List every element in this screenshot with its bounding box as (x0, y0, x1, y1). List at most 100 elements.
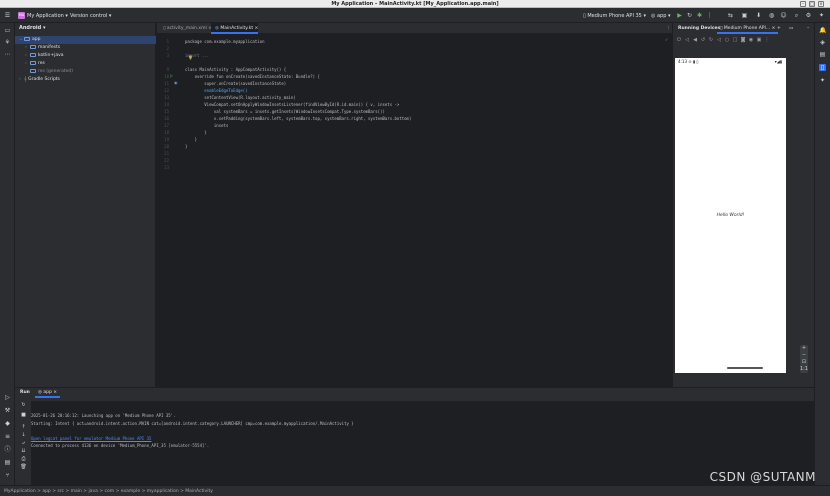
gemini-icon[interactable]: ✦ (819, 77, 826, 84)
running-devices-panel: Running Devices ▯ Medium Phone API... × … (672, 23, 814, 387)
overview-icon[interactable]: □ (732, 37, 738, 43)
tree-item-res[interactable]: › res (15, 60, 156, 68)
debug-icon[interactable]: ↻ (686, 12, 693, 19)
breadcrumb[interactable]: MyApplication > app > src > main > java … (4, 486, 213, 496)
main-menu-icon[interactable]: ☰ (4, 12, 11, 19)
rerun-icon[interactable]: ↻ (20, 402, 27, 409)
device-manager-icon[interactable]: ▣ (741, 12, 748, 19)
zoom-in-icon[interactable]: + (800, 345, 808, 352)
account-icon[interactable]: ☺ (780, 12, 787, 19)
editor-more-icon[interactable]: ⋮ (662, 23, 671, 34)
project-selector[interactable]: MA My Application ▾ (18, 12, 68, 20)
inspection-check-icon[interactable]: ✓ (665, 37, 668, 42)
running-devices-icon[interactable]: ▯ (819, 64, 826, 71)
screenshot-icon[interactable]: ◙ (740, 37, 746, 43)
code-line: } (185, 144, 188, 149)
search-icon[interactable]: ⌕ (793, 12, 800, 19)
record-icon[interactable]: ◉ (748, 37, 754, 43)
rotate-left-icon[interactable]: ↺ (700, 37, 706, 43)
run-console[interactable]: 2025-01-26 20:16:12: Launching app on 'M… (31, 401, 814, 486)
tab-mainactivity-kt[interactable]: ◍ MainActivity.kt × (211, 23, 259, 34)
left-tool-strip: ▭ ⚘ ⋯ ▷ ⚒ ◆ ≡ ⓘ ▤ ⑂ (0, 23, 15, 485)
watermark: CSDN @SUTANM (709, 470, 816, 484)
tree-item-manifests[interactable]: › manifests (15, 44, 156, 52)
settings-gear-icon[interactable]: ⚙ (805, 12, 812, 19)
line-number: 11 (164, 81, 169, 86)
version-control-icon[interactable]: ⑂ (4, 472, 11, 479)
terminal-icon[interactable]: ▤ (4, 459, 11, 466)
code-line-import[interactable]: import ... (185, 52, 209, 59)
zoom-fit-icon[interactable]: ⊡ (800, 359, 808, 366)
volume-up-icon[interactable]: ◁ (684, 37, 690, 43)
right-tool-strip: 🔔 ◈ ▤ ▯ ✦ (814, 23, 830, 485)
scroll-down-icon[interactable]: ↓ (20, 432, 27, 439)
stop-icon[interactable]: ■ (20, 412, 27, 419)
status-bar: MyApplication > app > src > main > java … (0, 485, 830, 496)
add-device-icon[interactable]: + (774, 23, 784, 34)
minimize-panel-icon[interactable]: – (804, 23, 812, 34)
profiler-icon[interactable]: ◍ (768, 12, 775, 19)
line-number: 9 (166, 67, 169, 72)
more-run-icon[interactable]: ⋮ (706, 12, 713, 19)
soft-wrap-icon[interactable]: ⤶ (20, 440, 27, 447)
zoom-out-icon[interactable]: − (800, 352, 808, 359)
zoom-actual-icon[interactable]: 1:1 (800, 366, 808, 373)
line-number: 17 (164, 123, 169, 128)
logcat-icon[interactable]: ≡ (4, 433, 11, 440)
run-icon[interactable]: ▶ (676, 12, 683, 19)
volume-down-icon[interactable]: ◀ (692, 37, 698, 43)
power-icon[interactable]: ⏻ (676, 37, 682, 43)
extended-controls-icon[interactable]: ⋮ (764, 37, 770, 43)
minimize-button[interactable]: – (800, 1, 806, 7)
snapshot-icon[interactable]: ▣ (756, 37, 762, 43)
device-file-explorer-icon[interactable]: ▤ (819, 51, 826, 58)
back-icon[interactable]: ◁ (716, 37, 722, 43)
run-config-selector[interactable]: ◎ app ▾ (651, 12, 670, 20)
vcs-label: Version control (70, 13, 108, 19)
line-number: 15 (164, 109, 169, 114)
run-tab-app[interactable]: ◎ app × (35, 388, 61, 398)
print-icon[interactable]: ⎙ (20, 456, 27, 463)
tree-item-kotlin-java[interactable]: › kotlin+java (15, 52, 156, 60)
build-tool-icon[interactable]: ⚒ (4, 407, 11, 414)
maximize-button[interactable]: □ (809, 1, 815, 7)
run-config-label: app (656, 13, 667, 19)
editor-tabs: ▯ activity_main.xml × ◍ MainActivity.kt … (157, 23, 672, 34)
resource-manager-icon[interactable]: ⚘ (4, 39, 11, 46)
home-icon[interactable]: ○ (724, 37, 730, 43)
open-logcat-link[interactable]: Open logcat panel for emulator Medium Ph… (31, 435, 151, 442)
rotate-right-icon[interactable]: ↻ (708, 37, 714, 43)
device-options-icon[interactable]: ▭ (786, 23, 796, 34)
tab-activity-main-xml[interactable]: ▯ activity_main.xml × (159, 23, 212, 34)
code-editor[interactable]: ▯ activity_main.xml × ◍ MainActivity.kt … (157, 23, 672, 387)
emulator-screen[interactable]: 4:13 ⊙ ▮ ▯ ▾◢▮ Hello World! (675, 58, 786, 373)
gradle-tool-icon[interactable]: ◈ (819, 39, 826, 46)
tab-medium-phone[interactable]: ▯ Medium Phone API... × (717, 23, 779, 34)
tree-item-app[interactable]: ⌄ app (15, 36, 156, 44)
close-button[interactable]: × (818, 1, 824, 7)
vcs-selector[interactable]: Version control ▾ (70, 12, 111, 20)
problems-icon[interactable]: ⓘ (4, 446, 11, 453)
ai-assistant-icon[interactable]: ✦ (818, 12, 825, 19)
run-tool-icon[interactable]: ▷ (4, 394, 11, 401)
more-tools-icon[interactable]: ⋯ (4, 51, 11, 58)
device-selector[interactable]: ▯ Medium Phone API 35 ▾ (583, 12, 646, 20)
project-view-selector[interactable]: Android ▾ (15, 23, 155, 33)
project-tool-icon[interactable]: ▭ (4, 27, 11, 34)
sync-icon[interactable]: ⇆ (727, 12, 734, 19)
clear-console-icon[interactable]: 🗑 (20, 464, 27, 471)
line-number: 20 (164, 144, 169, 149)
app-inspection-icon[interactable]: ◆ (4, 420, 11, 427)
override-gutter-icon[interactable]: ◉ (174, 80, 178, 85)
tree-item-gradle-scripts[interactable]: › 𝄞 Gradle Scripts (15, 76, 156, 84)
gesture-navbar[interactable] (727, 367, 763, 369)
run-gutter-icon[interactable]: ▷ (170, 73, 173, 78)
tree-item-res-generated[interactable]: res (generated) (15, 68, 156, 76)
sdk-manager-icon[interactable]: ⬇ (755, 12, 762, 19)
scroll-up-icon[interactable]: ↑ (20, 424, 27, 431)
editor-gutter: 1 2 3 9 10 11 12 13 14 15 16 17 18 19 20… (157, 34, 193, 387)
debug-bug-icon[interactable]: ✱ (696, 12, 703, 19)
scroll-to-end-icon[interactable]: ⇊ (20, 448, 27, 455)
project-name: My Application (27, 13, 64, 19)
notifications-icon[interactable]: 🔔 (819, 27, 826, 34)
